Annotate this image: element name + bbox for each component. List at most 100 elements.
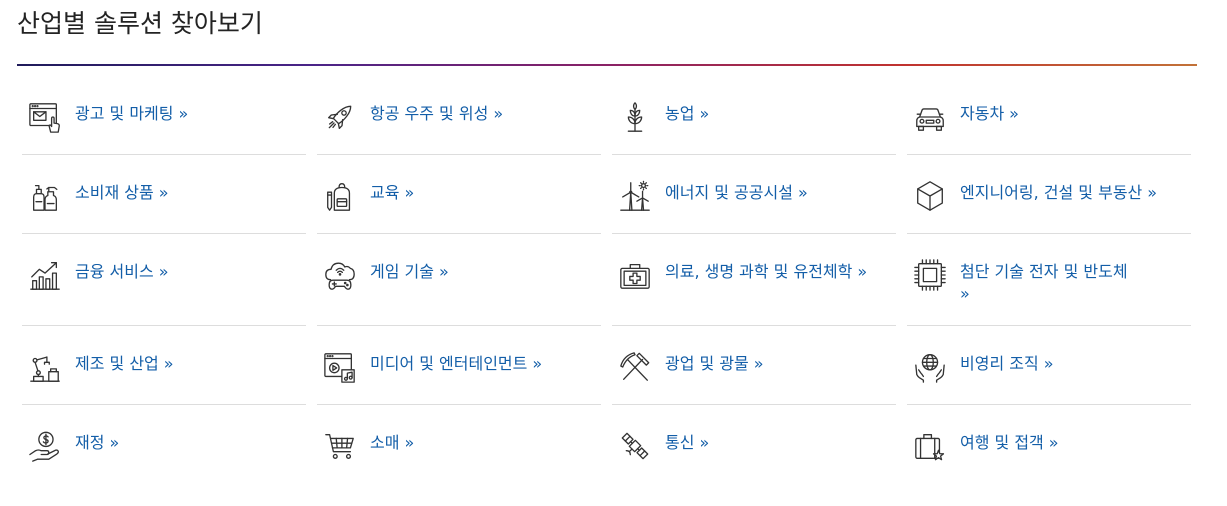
industry-link-label[interactable]: 소비재 상품: [75, 183, 154, 202]
section-title: 산업별 솔루션 찾아보기: [17, 9, 263, 38]
satellite-icon: [618, 429, 652, 463]
industry-link-hi-tech-electronics-semiconductor[interactable]: 첨단 기술 전자 및 반도체 »: [960, 261, 1128, 305]
robotic-arm-icon: [28, 350, 62, 384]
industry-link-label[interactable]: 비영리 조직: [960, 354, 1039, 373]
industry-link-label[interactable]: 광업 및 광물: [665, 354, 749, 373]
industry-link-label[interactable]: 여행 및 접객: [960, 433, 1044, 452]
industry-link-automotive[interactable]: 자동차 »: [960, 103, 1019, 125]
industry-link-finance[interactable]: 재정 »: [75, 432, 119, 454]
industry-card: 의료, 생명 과학 및 유전체학 »: [612, 234, 896, 326]
link-arrow[interactable]: »: [699, 104, 709, 123]
industry-link-retail[interactable]: 소매 »: [370, 432, 414, 454]
industry-link-label[interactable]: 의료, 생명 과학 및 유전체학: [665, 262, 852, 281]
shopping-cart-icon: [323, 429, 357, 463]
link-arrow[interactable]: »: [1009, 104, 1019, 123]
industry-link-label[interactable]: 항공 우주 및 위성: [370, 104, 488, 123]
industry-link-manufacturing-industrial[interactable]: 제조 및 산업 »: [75, 353, 174, 375]
industry-link-game-tech[interactable]: 게임 기술 »: [370, 261, 449, 283]
pickaxe-hammer-icon: [618, 350, 652, 384]
industry-card: 재정 »: [22, 405, 306, 484]
industry-card: 통신 »: [612, 405, 896, 484]
industry-link-label[interactable]: 재정: [75, 433, 104, 452]
link-arrow[interactable]: »: [179, 104, 189, 123]
industry-card: 게임 기술 »: [317, 234, 601, 326]
industry-link-aerospace-satellite[interactable]: 항공 우주 및 위성 »: [370, 103, 503, 125]
industry-link-label[interactable]: 첨단 기술 전자 및 반도체: [960, 262, 1128, 281]
cloud-gamepad-icon: [323, 258, 357, 292]
industry-link-financial-services[interactable]: 금융 서비스 »: [75, 261, 168, 283]
bottles-icon: [28, 179, 62, 213]
link-arrow[interactable]: »: [1044, 354, 1054, 373]
industry-link-travel-hospitality[interactable]: 여행 및 접객 »: [960, 432, 1059, 454]
industry-link-advertising-marketing[interactable]: 광고 및 마케팅 »: [75, 103, 188, 125]
industry-card: 항공 우주 및 위성 »: [317, 76, 601, 155]
industry-card: 소매 »: [317, 405, 601, 484]
wind-turbine-icon: [618, 179, 652, 213]
industry-grid: 광고 및 마케팅 » 항공 우주 및 위성 » 농업 » 자동차 » 소비재 상품 …: [22, 76, 1191, 484]
link-arrow[interactable]: »: [404, 433, 414, 452]
link-arrow[interactable]: »: [699, 433, 709, 452]
car-icon: [913, 100, 947, 134]
link-arrow[interactable]: »: [1147, 183, 1157, 202]
industry-card: 제조 및 산업 »: [22, 326, 306, 405]
link-arrow[interactable]: »: [159, 262, 169, 281]
industry-link-media-entertainment[interactable]: 미디어 및 엔터테인먼트 »: [370, 353, 542, 375]
industry-link-energy-utilities[interactable]: 에너지 및 공공시설 »: [665, 182, 808, 204]
industry-link-telecommunications[interactable]: 통신 »: [665, 432, 709, 454]
rocket-icon: [323, 100, 357, 134]
link-arrow[interactable]: »: [857, 262, 867, 281]
link-arrow[interactable]: »: [1049, 433, 1059, 452]
link-arrow[interactable]: »: [960, 283, 1128, 305]
plant-sprout-icon: [618, 100, 652, 134]
suitcase-star-icon: [913, 429, 947, 463]
industry-link-engineering-construction-real-estate[interactable]: 엔지니어링, 건설 및 부동산 »: [960, 182, 1157, 204]
backpack-pencil-icon: [323, 179, 357, 213]
link-arrow[interactable]: »: [109, 433, 119, 452]
industry-card: 에너지 및 공공시설 »: [612, 155, 896, 234]
industry-card: 광업 및 광물 »: [612, 326, 896, 405]
microchip-icon: [913, 258, 947, 292]
link-arrow[interactable]: »: [493, 104, 503, 123]
industry-card: 광고 및 마케팅 »: [22, 76, 306, 155]
industry-link-consumer-goods[interactable]: 소비재 상품 »: [75, 182, 168, 204]
industry-link-label[interactable]: 에너지 및 공공시설: [665, 183, 793, 202]
industry-link-label[interactable]: 자동차: [960, 104, 1004, 123]
industry-link-label[interactable]: 제조 및 산업: [75, 354, 159, 373]
hand-coin-icon: [28, 429, 62, 463]
link-arrow[interactable]: »: [159, 183, 169, 202]
bar-chart-growth-icon: [28, 258, 62, 292]
industry-card: 농업 »: [612, 76, 896, 155]
industry-link-label[interactable]: 게임 기술: [370, 262, 434, 281]
industry-card: 교육 »: [317, 155, 601, 234]
first-aid-kit-icon: [618, 258, 652, 292]
industry-card: 미디어 및 엔터테인먼트 »: [317, 326, 601, 405]
industry-link-mining-minerals[interactable]: 광업 및 광물 »: [665, 353, 764, 375]
industry-card: 자동차 »: [907, 76, 1191, 155]
industry-card: 엔지니어링, 건설 및 부동산 »: [907, 155, 1191, 234]
industry-link-agriculture[interactable]: 농업 »: [665, 103, 709, 125]
industry-card: 소비재 상품 »: [22, 155, 306, 234]
link-arrow[interactable]: »: [439, 262, 449, 281]
link-arrow[interactable]: »: [532, 354, 542, 373]
media-player-icon: [323, 350, 357, 384]
industry-link-label[interactable]: 금융 서비스: [75, 262, 154, 281]
industry-link-label[interactable]: 엔지니어링, 건설 및 부동산: [960, 183, 1142, 202]
industry-link-label[interactable]: 미디어 및 엔터테인먼트: [370, 354, 527, 373]
industry-link-label[interactable]: 광고 및 마케팅: [75, 104, 174, 123]
link-arrow[interactable]: »: [798, 183, 808, 202]
browser-envelope-cursor-icon: [28, 100, 62, 134]
cube-icon: [913, 179, 947, 213]
industry-link-label[interactable]: 교육: [370, 183, 399, 202]
industry-card: 첨단 기술 전자 및 반도체 »: [907, 234, 1191, 326]
industry-link-label[interactable]: 농업: [665, 104, 694, 123]
industry-link-healthcare-life-sciences-genomics[interactable]: 의료, 생명 과학 및 유전체학 »: [665, 261, 867, 283]
link-arrow[interactable]: »: [164, 354, 174, 373]
industry-card: 비영리 조직 »: [907, 326, 1191, 405]
link-arrow[interactable]: »: [404, 183, 414, 202]
industry-link-education[interactable]: 교육 »: [370, 182, 414, 204]
industry-link-label[interactable]: 통신: [665, 433, 694, 452]
industry-link-label[interactable]: 소매: [370, 433, 399, 452]
link-arrow[interactable]: »: [754, 354, 764, 373]
industry-link-nonprofit[interactable]: 비영리 조직 »: [960, 353, 1053, 375]
globe-hands-icon: [913, 350, 947, 384]
